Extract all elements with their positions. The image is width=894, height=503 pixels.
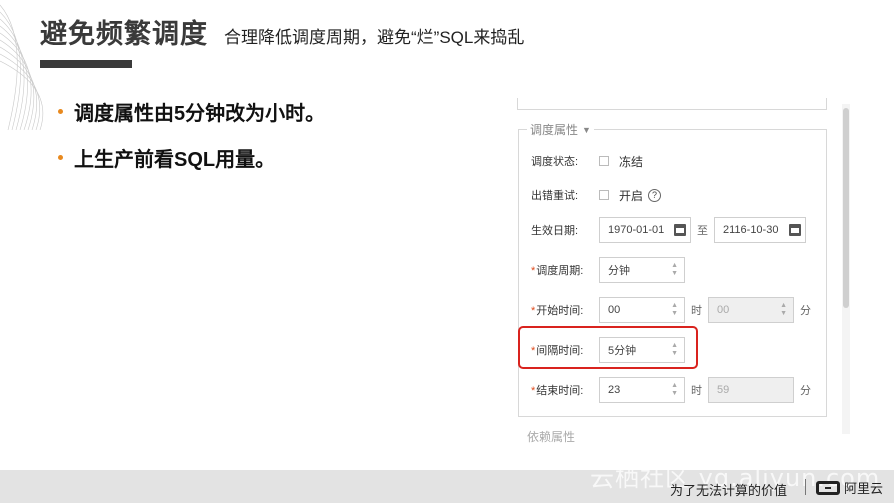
calendar-icon[interactable]: [789, 224, 801, 236]
cycle-label: *调度周期:: [531, 265, 584, 277]
bullet-dot-icon: [58, 154, 63, 160]
footer-slogan: 为了无法计算的价值: [670, 483, 788, 498]
cycle-value: 分钟: [608, 265, 630, 277]
section-legend[interactable]: 调度属性 ▼: [527, 121, 594, 138]
caret-down-icon: ▼: [582, 124, 591, 135]
retry-label: 出错重试:: [531, 190, 579, 202]
select-arrows-icon: ▲ ▼: [780, 302, 787, 317]
bullet-text: 调度属性由5分钟改为小时。: [74, 102, 326, 125]
aliyun-logo-text: 阿里云: [844, 481, 884, 496]
title-underline: [40, 60, 132, 68]
end-minute-input: 59: [708, 377, 794, 403]
start-minute-value: 00: [717, 304, 730, 316]
end-time-row: *结束时间: 23 ▲ ▼ 时 59 分: [519, 377, 817, 403]
start-minute-select: 00 ▲ ▼: [708, 297, 794, 323]
end-date-value: 2116-10-30: [723, 224, 779, 236]
bullet-text: 上生产前看SQL用量。: [74, 148, 276, 171]
schedule-properties-section: 调度属性 ▼ 调度状态: 冻结 出错重试: 开启 ? 生效日期: 1970-01…: [518, 121, 827, 417]
aliyun-logo: 阿里云: [816, 478, 883, 497]
freeze-option-label: 冻结: [619, 154, 644, 169]
status-label: 调度状态:: [531, 156, 579, 168]
retry-checkbox[interactable]: [599, 190, 609, 200]
retry-option-label: 开启: [619, 188, 644, 203]
minute-unit: 分: [800, 305, 811, 317]
end-hour-value: 23: [608, 384, 621, 396]
bullet-item: 调度属性由5分钟改为小时。: [58, 98, 326, 125]
cycle-row: *调度周期: 分钟 ▲ ▼: [519, 257, 685, 283]
dependency-section-legend[interactable]: 依赖属性: [527, 428, 575, 443]
date-label: 生效日期:: [531, 225, 579, 237]
slide-subtitle: 合理降低调度周期，避免“烂”SQL来捣乱: [224, 28, 525, 47]
scrollbar[interactable]: [842, 104, 850, 434]
end-time-label: *结束时间:: [531, 385, 584, 397]
section-legend-label: 调度属性: [530, 123, 579, 137]
aliyun-logo-icon: [816, 480, 840, 495]
slide-header: 避免频繁调度 合理降低调度周期，避免“烂”SQL来捣乱: [40, 12, 525, 49]
hour-unit: 时: [691, 385, 702, 397]
scrollbar-thumb[interactable]: [843, 108, 849, 308]
select-arrows-icon: ▲ ▼: [671, 382, 678, 397]
hour-unit: 时: [691, 305, 702, 317]
bullet-list: 调度属性由5分钟改为小时。 上生产前看SQL用量。: [58, 98, 325, 190]
select-arrows-icon: ▲ ▼: [671, 302, 678, 317]
date-row: 生效日期: 1970-01-01 至 2116-10-30: [519, 217, 806, 243]
start-time-label: *开始时间:: [531, 305, 584, 317]
bullet-item: 上生产前看SQL用量。: [58, 144, 325, 171]
help-icon[interactable]: ?: [648, 188, 662, 202]
slide-title: 避免频繁调度: [40, 19, 208, 49]
schedule-settings-screenshot: 调度属性 ▼ 调度状态: 冻结 出错重试: 开启 ? 生效日期: 1970-01…: [505, 98, 850, 443]
interval-highlight-box: [518, 326, 698, 369]
cycle-select[interactable]: 分钟 ▲ ▼: [599, 257, 685, 283]
previous-section-frame: [517, 98, 827, 110]
date-to-label: 至: [697, 225, 708, 237]
minute-unit: 分: [800, 385, 811, 397]
bullet-dot-icon: [58, 108, 63, 114]
status-row: 调度状态: 冻结: [519, 148, 643, 174]
footer-divider: [805, 479, 806, 495]
end-hour-select[interactable]: 23 ▲ ▼: [599, 377, 685, 403]
calendar-icon[interactable]: [674, 224, 686, 236]
start-time-row: *开始时间: 00 ▲ ▼ 时 00 ▲ ▼ 分: [519, 297, 817, 323]
freeze-checkbox[interactable]: [599, 156, 609, 166]
select-arrows-icon: ▲ ▼: [671, 262, 678, 277]
start-date-input[interactable]: 1970-01-01: [599, 217, 691, 243]
start-hour-value: 00: [608, 304, 621, 316]
end-minute-value: 59: [717, 384, 730, 396]
start-date-value: 1970-01-01: [608, 224, 665, 236]
start-hour-select[interactable]: 00 ▲ ▼: [599, 297, 685, 323]
end-date-input[interactable]: 2116-10-30: [714, 217, 806, 243]
retry-row: 出错重试: 开启 ?: [519, 182, 662, 208]
